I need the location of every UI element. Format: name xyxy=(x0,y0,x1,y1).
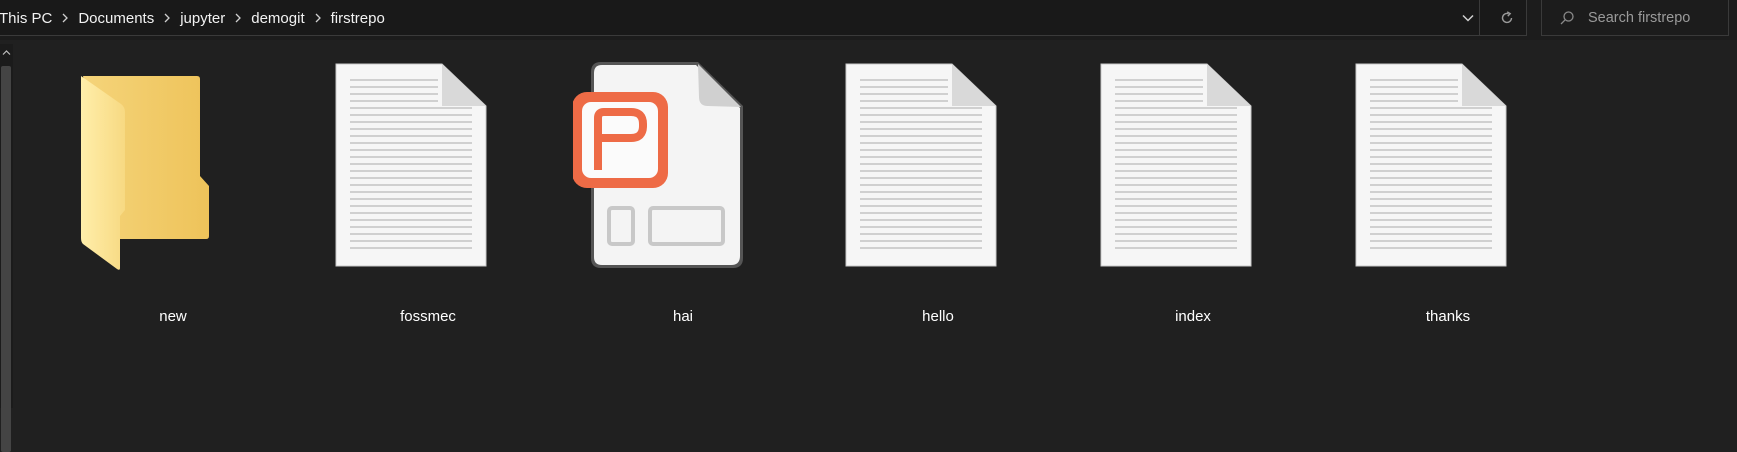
address-bar[interactable]: This PC Documents jupyter demogit firstr… xyxy=(0,0,1527,36)
file-name: fossmec xyxy=(400,308,456,325)
refresh-icon xyxy=(1501,11,1513,24)
folder-icon xyxy=(81,76,209,270)
file-item-new[interactable]: new xyxy=(63,62,283,342)
file-item-index[interactable]: index xyxy=(1083,62,1303,342)
divider xyxy=(1479,0,1480,36)
file-item-thanks[interactable]: thanks xyxy=(1338,62,1558,342)
breadcrumb-jupyter[interactable]: jupyter xyxy=(176,10,229,27)
scrollbar-thumb[interactable] xyxy=(1,66,11,452)
text-document-icon xyxy=(335,63,487,267)
search-icon xyxy=(1552,1,1582,35)
powerpoint-document-icon xyxy=(573,62,743,268)
file-name: hai xyxy=(672,308,694,325)
file-name: thanks xyxy=(1425,308,1471,325)
breadcrumb: This PC Documents jupyter demogit firstr… xyxy=(0,0,389,36)
refresh-button[interactable] xyxy=(1493,4,1521,32)
breadcrumb-demogit[interactable]: demogit xyxy=(247,10,308,27)
file-item-hello[interactable]: hello xyxy=(828,62,1048,342)
file-item-fossmec[interactable]: fossmec xyxy=(318,62,538,342)
vertical-scrollbar[interactable] xyxy=(0,44,13,452)
chevron-down-icon xyxy=(1462,14,1474,22)
breadcrumb-firstrepo[interactable]: firstrepo xyxy=(327,10,389,27)
chevron-right-icon[interactable] xyxy=(56,0,74,36)
file-name: new xyxy=(159,308,187,325)
scroll-up-arrow-icon[interactable] xyxy=(2,48,11,57)
search-box[interactable] xyxy=(1541,0,1729,36)
breadcrumb-this-pc[interactable]: This PC xyxy=(0,10,56,27)
address-toolbar: This PC Documents jupyter demogit firstr… xyxy=(0,0,1737,40)
chevron-right-icon[interactable] xyxy=(229,0,247,36)
text-document-icon xyxy=(1100,63,1252,267)
chevron-right-icon[interactable] xyxy=(309,0,327,36)
search-input[interactable] xyxy=(1582,9,1718,26)
file-name: index xyxy=(1175,308,1211,325)
address-history-button[interactable] xyxy=(1454,4,1482,32)
breadcrumb-documents[interactable]: Documents xyxy=(74,10,158,27)
file-item-hai[interactable]: hai xyxy=(573,62,793,342)
text-document-icon xyxy=(1355,63,1507,267)
file-name: hello xyxy=(922,308,954,325)
chevron-right-icon[interactable] xyxy=(158,0,176,36)
text-document-icon xyxy=(845,63,997,267)
